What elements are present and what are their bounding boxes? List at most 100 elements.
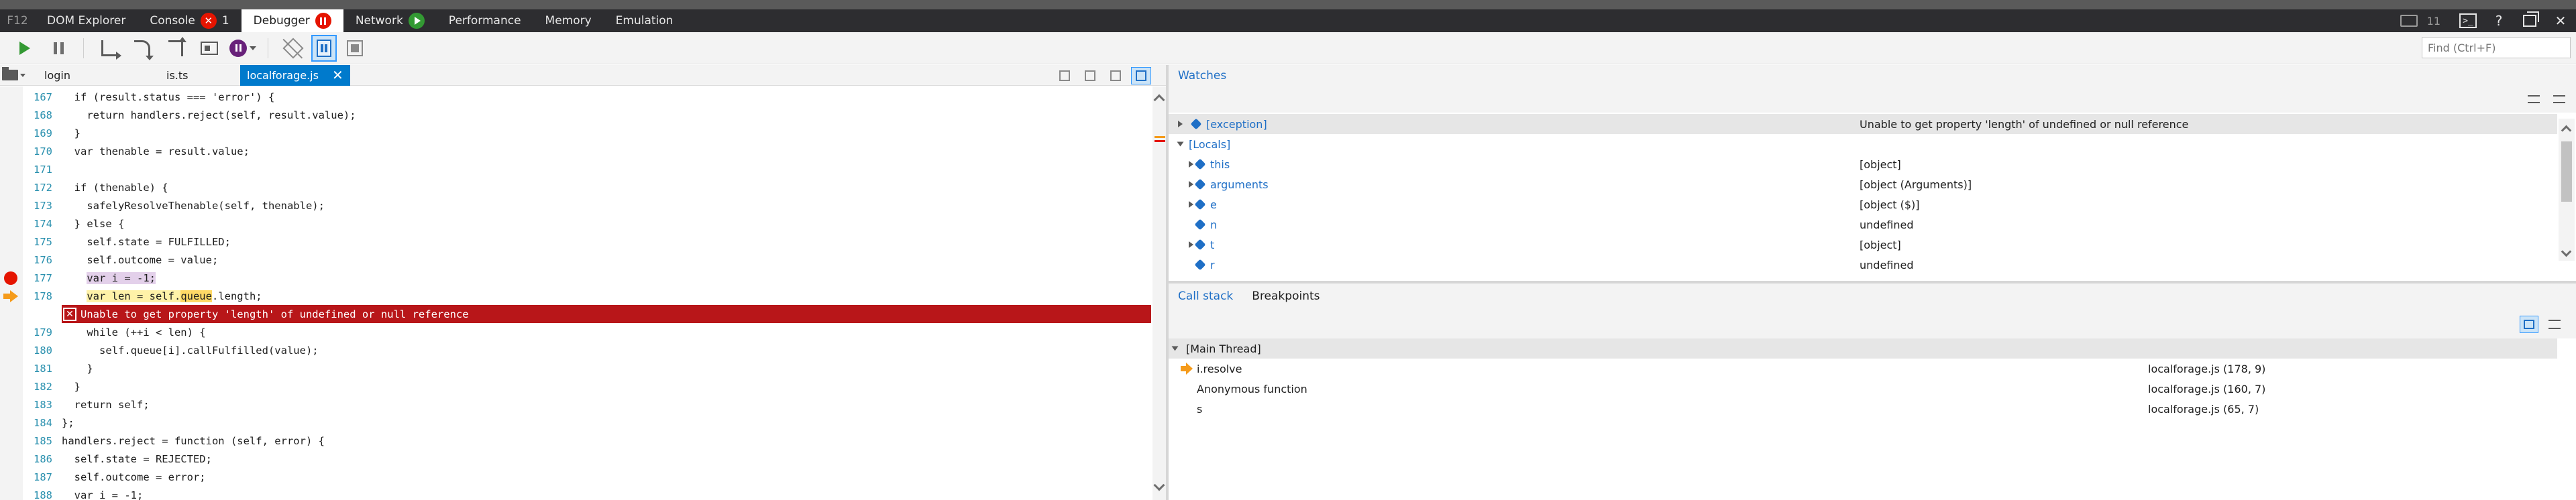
exception-behavior-button[interactable]: [227, 35, 258, 62]
gutter-cell[interactable]: [1, 323, 20, 341]
tab-network[interactable]: Network: [343, 9, 437, 32]
code-line[interactable]: 172 if (thenable) {: [0, 178, 1151, 196]
console-toggle-icon[interactable]: >_: [2453, 9, 2483, 32]
pretty-print-button[interactable]: [1055, 67, 1075, 84]
gutter-cell[interactable]: [1, 142, 20, 160]
show-library-frames-button[interactable]: [2520, 316, 2538, 333]
code-line[interactable]: 188 var i = -1;: [0, 486, 1151, 500]
call-stack-frame[interactable]: i.resolve localforage.js (178, 9): [1169, 359, 2557, 379]
break-button[interactable]: [43, 35, 74, 62]
open-document-icon[interactable]: [0, 65, 27, 86]
watch-row[interactable]: e [object ($)]: [1169, 194, 2557, 214]
code-line[interactable]: 184};: [0, 414, 1151, 432]
gutter-cell[interactable]: [1, 214, 20, 233]
code-line[interactable]: 176 self.outcome = value;: [0, 251, 1151, 269]
gutter-cell[interactable]: [1, 414, 20, 432]
editor-scrollbar[interactable]: [1152, 86, 1166, 500]
gutter-cell[interactable]: [1, 486, 20, 500]
scroll-down-icon[interactable]: [1153, 479, 1165, 491]
gutter-cell[interactable]: [1, 106, 20, 124]
word-wrap-button[interactable]: [1080, 67, 1100, 84]
code-line[interactable]: 185 handlers.reject = function (self, err…: [0, 432, 1151, 450]
close-icon[interactable]: ✕: [2545, 9, 2576, 32]
step-into-button[interactable]: [93, 35, 124, 62]
code-line[interactable]: 169 }: [0, 124, 1151, 142]
code-editor[interactable]: 167 if (result.status === 'error') {168 …: [0, 86, 1151, 500]
expand-arrow-icon[interactable]: [1178, 121, 1183, 127]
gutter-cell[interactable]: [1, 251, 20, 269]
delete-all-watches-button[interactable]: [2551, 91, 2568, 107]
disable-breakpoints-button[interactable]: [278, 35, 309, 62]
gutter-cell[interactable]: [1, 468, 20, 486]
call-stack-frame[interactable]: s localforage.js (65, 7): [1169, 399, 2557, 419]
code-line[interactable]: 167 if (result.status === 'error') {: [0, 88, 1151, 106]
tab-emulation[interactable]: Emulation: [604, 9, 686, 32]
blackbox-button[interactable]: [339, 35, 370, 62]
expand-arrow-icon[interactable]: [1189, 161, 1193, 168]
callstack-options-button[interactable]: [2545, 316, 2564, 333]
file-tab-is-ts[interactable]: is.ts: [134, 65, 240, 86]
scroll-thumb[interactable]: [2561, 141, 2572, 202]
expand-arrow-icon[interactable]: [1189, 241, 1193, 248]
add-watch-button[interactable]: [2525, 91, 2542, 107]
gutter-cell[interactable]: [1, 196, 20, 214]
file-tab-login[interactable]: login: [27, 65, 134, 86]
watch-row[interactable]: arguments [object (Arguments)]: [1169, 174, 2557, 194]
tab-console[interactable]: Console ✕ 1: [138, 9, 241, 32]
code-line[interactable]: 171: [0, 160, 1151, 178]
just-my-code-button[interactable]: [311, 34, 337, 62]
gutter-cell[interactable]: [1, 377, 20, 395]
scroll-up-icon[interactable]: [2561, 125, 2572, 136]
help-icon[interactable]: ?: [2483, 9, 2514, 32]
gutter-cell[interactable]: [1, 450, 20, 468]
undock-icon[interactable]: [2514, 9, 2545, 32]
thread-row[interactable]: [Main Thread]: [1169, 338, 2557, 359]
tab-dom-explorer[interactable]: DOM Explorer: [35, 9, 138, 32]
code-line[interactable]: 187 self.outcome = error;: [0, 468, 1151, 486]
watch-row[interactable]: this [object]: [1169, 154, 2557, 174]
code-line[interactable]: 168 return handlers.reject(self, result.…: [0, 106, 1151, 124]
step-over-button[interactable]: [127, 35, 158, 62]
watch-row[interactable]: t [object]: [1169, 235, 2557, 255]
code-line[interactable]: 181 }: [0, 359, 1151, 377]
code-line[interactable]: 182 }: [0, 377, 1151, 395]
watch-row-locals[interactable]: [Locals]: [1169, 134, 2557, 154]
gutter-cell[interactable]: [1, 233, 20, 251]
code-line[interactable]: 186 self.state = REJECTED;: [0, 450, 1151, 468]
code-line[interactable]: 170 var thenable = result.value;: [0, 142, 1151, 160]
emulation-monitor-icon[interactable]: [2394, 9, 2424, 32]
code-line[interactable]: 174 } else {: [0, 214, 1151, 233]
gutter-cell[interactable]: [1, 432, 20, 450]
break-on-new-worker-button[interactable]: [194, 35, 225, 62]
tab-call-stack[interactable]: Call stack: [1169, 284, 1242, 309]
find-input[interactable]: [2422, 37, 2571, 58]
gutter-cell[interactable]: [1, 269, 20, 287]
gutter-cell[interactable]: [1, 287, 20, 305]
scroll-up-icon[interactable]: [1153, 94, 1165, 106]
code-line[interactable]: 180 self.queue[i].callFulfilled(value);: [0, 341, 1151, 359]
expanded-arrow-icon[interactable]: [1177, 141, 1184, 147]
file-tab-localforage[interactable]: localforage.js ✕: [240, 64, 350, 86]
expand-arrow-icon[interactable]: [1189, 201, 1193, 208]
just-my-code-file-button[interactable]: [1131, 66, 1151, 84]
breakpoint-icon[interactable]: [4, 271, 17, 285]
gutter-cell[interactable]: [1, 88, 20, 106]
watch-row[interactable]: n undefined: [1169, 214, 2557, 235]
tab-debugger[interactable]: Debugger: [241, 9, 343, 32]
code-line[interactable]: 175 self.state = FULFILLED;: [0, 233, 1151, 251]
call-stack-frame[interactable]: Anonymous function localforage.js (160, 7…: [1169, 379, 2557, 399]
watches-scrollbar[interactable]: [2559, 119, 2575, 261]
gutter-cell[interactable]: [1, 124, 20, 142]
watch-row-exception[interactable]: [exception] Unable to get property 'lengt…: [1169, 114, 2557, 134]
tab-performance[interactable]: Performance: [437, 9, 533, 32]
expanded-arrow-icon[interactable]: [1171, 346, 1179, 351]
close-tab-icon[interactable]: ✕: [332, 68, 343, 82]
continue-button[interactable]: [9, 35, 40, 62]
gutter-cell[interactable]: [1, 341, 20, 359]
code-line[interactable]: 183 return self;: [0, 395, 1151, 414]
expand-arrow-icon[interactable]: [1189, 181, 1193, 188]
source-map-button[interactable]: [1106, 67, 1126, 84]
gutter-cell[interactable]: [1, 395, 20, 414]
watch-row[interactable]: r undefined: [1169, 255, 2557, 275]
scroll-down-icon[interactable]: [2561, 246, 2572, 257]
